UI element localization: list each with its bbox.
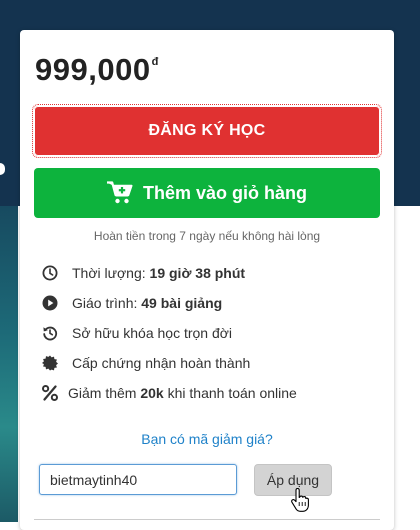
purchase-card: 999,000đ ĐĂNG KÝ HỌC Thêm vào giỏ hàng H…: [20, 30, 394, 530]
course-price: 999,000đ: [35, 52, 159, 88]
feature-text: Giảm thêm 20k khi thanh toán online: [68, 385, 297, 401]
price-currency: đ: [151, 55, 159, 68]
course-thumbnail-edge: [0, 206, 18, 522]
feature-text: Thời lượng: 19 giờ 38 phút: [72, 265, 246, 281]
add-to-cart-label: Thêm vào giỏ hàng: [142, 182, 307, 203]
certificate-icon: [40, 353, 60, 373]
play-circle-icon: [40, 293, 60, 313]
feature-certificate: Cấp chứng nhận hoàn thành: [40, 352, 250, 374]
feature-text: Giáo trình: 49 bài giảng: [72, 295, 223, 311]
clock-icon: [40, 263, 60, 283]
add-to-cart-button[interactable]: Thêm vào giỏ hàng: [34, 168, 380, 218]
feature-text: Sở hữu khóa học trọn đời: [72, 325, 233, 341]
coupon-input[interactable]: [39, 464, 237, 495]
price-amount: 999,000: [35, 52, 151, 87]
percent-icon: [40, 383, 60, 403]
cart-plus-icon: [106, 181, 133, 204]
feature-online-discount: Giảm thêm 20k khi thanh toán online: [40, 382, 297, 404]
refund-note: Hoàn tiền trong 7 ngày nếu không hài lòn…: [93, 229, 321, 243]
register-button-label: ĐĂNG KÝ HỌC: [148, 122, 266, 139]
register-button[interactable]: ĐĂNG KÝ HỌC: [32, 104, 382, 158]
hand-pointer-cursor-icon: [291, 487, 309, 517]
apply-coupon-label: Áp dụng: [266, 472, 320, 488]
feature-duration: Thời lượng: 19 giờ 38 phút: [40, 262, 245, 284]
feature-lessons: Giáo trình: 49 bài giảng: [40, 292, 222, 314]
coupon-link[interactable]: Bạn có mã giảm giá?: [20, 431, 394, 447]
history-icon: [40, 323, 60, 343]
feature-text: Cấp chứng nhận hoàn thành: [72, 355, 251, 371]
divider: [34, 519, 380, 520]
feature-lifetime-access: Sở hữu khóa học trọn đời: [40, 322, 232, 344]
